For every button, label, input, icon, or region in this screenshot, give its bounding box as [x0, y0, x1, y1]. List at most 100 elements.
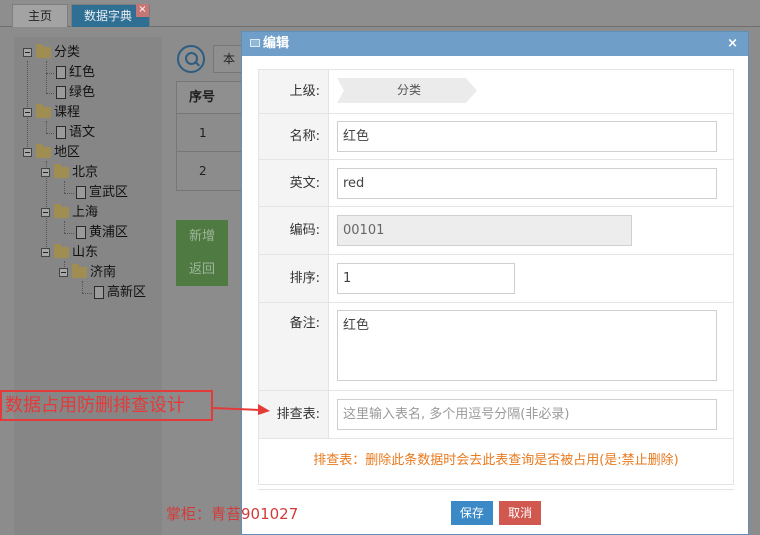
collapse-icon[interactable] [41, 248, 50, 257]
tab-bar: 主页 数据字典 × [0, 0, 760, 27]
tab-data-dictionary[interactable]: 数据字典 × [71, 4, 150, 27]
collapse-icon[interactable] [23, 148, 32, 157]
tree-node-region[interactable]: 地区 [23, 143, 80, 163]
tree-node-label: 济南 [90, 265, 117, 280]
shop-watermark: 掌柜：青苔901027 [166, 505, 299, 523]
dialog-footer: 保存 取消 [258, 489, 734, 535]
tree-line [46, 61, 47, 93]
folder-icon [36, 104, 51, 118]
tree-node-shandong[interactable]: 山东 [41, 243, 98, 263]
tree-node-label: 红色 [69, 65, 96, 80]
back-button[interactable]: 返回 [176, 253, 228, 286]
tree-node-course[interactable]: 课程 [23, 103, 80, 123]
table-row[interactable]: 1 [177, 114, 245, 152]
folder-icon [36, 144, 51, 158]
collapse-icon[interactable] [41, 208, 50, 217]
folder-icon [72, 264, 87, 278]
tree-node-label: 绿色 [69, 85, 96, 100]
tree-node-label: 地区 [54, 145, 81, 160]
folder-icon [54, 244, 69, 258]
tree-node-label: 宣武区 [89, 185, 129, 200]
data-table: 序号 1 2 [176, 81, 246, 191]
remark-textarea[interactable]: 红色 [337, 310, 717, 381]
file-icon [56, 86, 66, 99]
code-label: 编码: [259, 207, 329, 254]
tree-node-label: 课程 [54, 105, 81, 120]
add-button[interactable]: 新增 [176, 220, 228, 253]
row-code: 编码: 00101 [259, 207, 733, 255]
remark-label: 备注: [259, 303, 329, 390]
tree-node-label: 分类 [54, 45, 81, 60]
parent-breadcrumb: 分类 [337, 78, 477, 103]
tree-node-label: 上海 [72, 205, 99, 220]
tree-node-category[interactable]: 分类 [23, 43, 80, 63]
english-input[interactable]: red [337, 168, 717, 199]
tree-node-shanghai[interactable]: 上海 [41, 203, 98, 223]
check-table-note: 排查表：删除此条数据时会去此表查询是否被占用(是:禁止删除) [313, 453, 679, 468]
code-input: 00101 [337, 215, 632, 246]
tree-node-beijing[interactable]: 北京 [41, 163, 98, 183]
edit-dialog: 编辑 × 上级: 分类 名称: 红色 英文: red 编码: 00101 排序:… [241, 31, 749, 535]
search-icon[interactable] [177, 45, 205, 73]
tab-close-icon[interactable]: × [136, 4, 149, 17]
close-icon[interactable]: × [727, 32, 738, 56]
row-remark: 备注: 红色 [259, 303, 733, 391]
collapse-icon[interactable] [23, 108, 32, 117]
order-input[interactable]: 1 [337, 263, 515, 294]
action-buttons: 新增 返回 [176, 220, 228, 286]
english-label: 英文: [259, 160, 329, 206]
tree-node-label: 北京 [72, 165, 99, 180]
folder-icon [54, 204, 69, 218]
tree-node-label: 黄浦区 [89, 225, 129, 240]
file-icon [56, 66, 66, 79]
annotation-callout: 数据占用防删排查设计 [0, 390, 213, 421]
name-label: 名称: [259, 114, 329, 159]
tree-node-jinan[interactable]: 济南 [59, 263, 116, 283]
collapse-icon[interactable] [23, 48, 32, 57]
cancel-button[interactable]: 取消 [499, 501, 542, 525]
dialog-header: 编辑 × [242, 32, 748, 56]
tree-line [46, 73, 54, 74]
tab-home-label: 主页 [27, 9, 52, 23]
tree-line [46, 133, 54, 134]
tree-line [64, 233, 74, 234]
tree-node-chinese[interactable]: 语文 [56, 123, 95, 143]
save-button[interactable]: 保存 [450, 501, 493, 525]
row-order: 排序: 1 [259, 255, 733, 303]
tab-home[interactable]: 主页 [12, 4, 68, 27]
column-header-index: 序号 [177, 82, 245, 114]
tree-node-red[interactable]: 红色 [56, 63, 95, 83]
tree-node-xuanwu[interactable]: 宣武区 [76, 183, 128, 203]
tree-node-huangpu[interactable]: 黄浦区 [76, 223, 128, 243]
file-icon [76, 226, 86, 239]
folder-icon [54, 164, 69, 178]
parent-label: 上级: [259, 70, 329, 113]
row-name: 名称: 红色 [259, 114, 733, 160]
tree-line [82, 293, 92, 294]
tab-dict-label: 数据字典 [84, 9, 133, 23]
file-icon [76, 186, 86, 199]
row-parent: 上级: 分类 [259, 70, 733, 114]
tree-node-green[interactable]: 绿色 [56, 83, 95, 103]
tree-node-label: 高新区 [107, 285, 147, 300]
row-check-table: 排查表: 这里输入表名, 多个用逗号分隔(非必录) [259, 391, 733, 439]
table-row[interactable]: 2 [177, 152, 245, 190]
row-english: 英文: red [259, 160, 733, 207]
file-icon [94, 286, 104, 299]
edit-form: 上级: 分类 名称: 红色 英文: red 编码: 00101 排序: 1 备注… [258, 69, 734, 485]
collapse-icon[interactable] [41, 168, 50, 177]
check-table-input[interactable]: 这里输入表名, 多个用逗号分隔(非必录) [337, 399, 717, 430]
tree-line [46, 93, 54, 94]
dialog-title: 编辑 [263, 36, 290, 51]
order-label: 排序: [259, 255, 329, 302]
window-icon [250, 39, 260, 47]
tree-node-gaoxin[interactable]: 高新区 [94, 283, 146, 303]
folder-icon [36, 44, 51, 58]
collapse-icon[interactable] [59, 268, 68, 277]
file-icon [56, 126, 66, 139]
tree-node-label: 语文 [69, 125, 96, 140]
tree-line [64, 193, 74, 194]
dictionary-tree: 分类 红色 绿色 课程 语文 地区 北京 宣武区 上海 黄浦区 山东 济南 高新… [14, 37, 162, 535]
arrow-icon [211, 404, 270, 415]
name-input[interactable]: 红色 [337, 121, 717, 152]
